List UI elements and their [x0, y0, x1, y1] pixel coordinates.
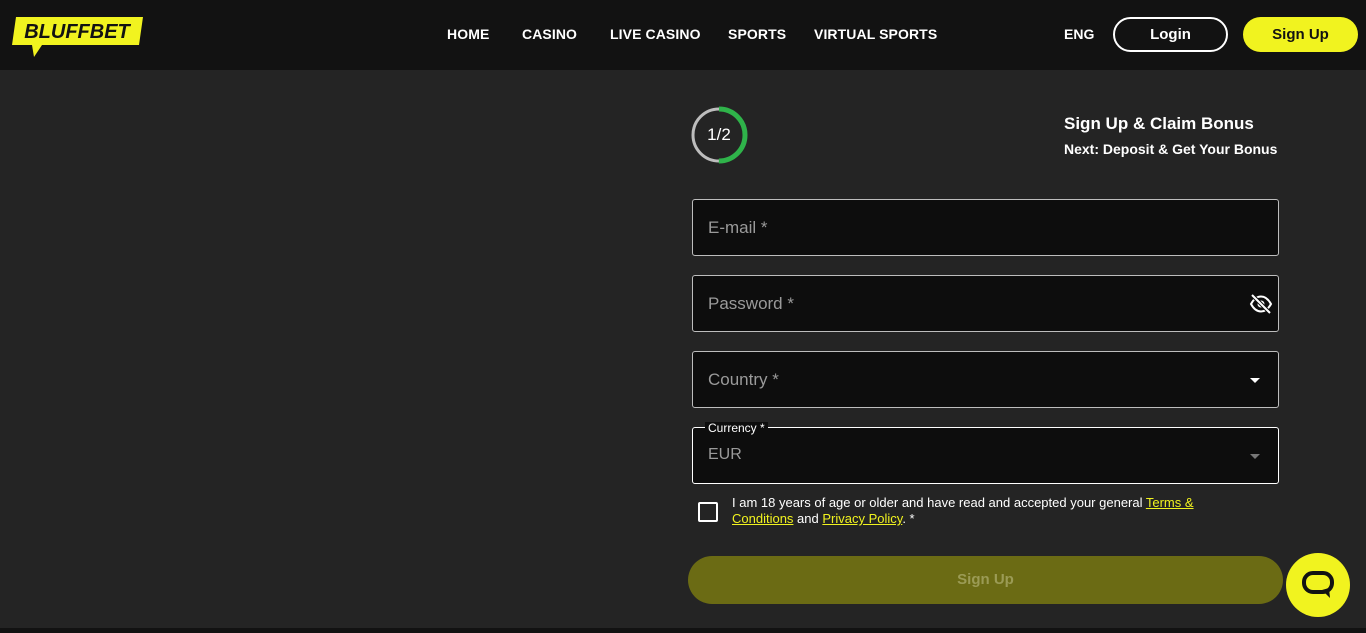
nav-virtual-sports[interactable]: VIRTUAL SPORTS: [814, 26, 937, 42]
email-field-wrapper: [692, 199, 1279, 256]
site-header: BLUFFBET HOME CASINO LIVE CASINO SPORTS …: [0, 0, 1366, 70]
chat-button[interactable]: [1286, 553, 1350, 617]
consent-text: I am 18 years of age or older and have r…: [732, 495, 1232, 527]
currency-value: EUR: [708, 446, 742, 463]
consent-prefix: I am 18 years of age or older and have r…: [732, 495, 1146, 510]
nav-sports[interactable]: SPORTS: [728, 26, 786, 42]
step-next-hint: Next: Deposit & Get Your Bonus: [1064, 141, 1278, 157]
age-consent-checkbox[interactable]: [698, 502, 718, 522]
country-select[interactable]: Country *: [692, 351, 1279, 408]
step-progress-ring: 1/2: [690, 106, 748, 164]
currency-select[interactable]: Currency * EUR: [692, 422, 1279, 484]
chevron-down-icon: [1250, 378, 1260, 383]
svg-text:BLUFFBET: BLUFFBET: [24, 21, 131, 43]
eye-off-icon[interactable]: [1249, 292, 1273, 316]
email-field[interactable]: [693, 200, 1278, 255]
nav-casino[interactable]: CASINO: [522, 26, 577, 42]
currency-label: Currency *: [705, 422, 768, 434]
nav-home[interactable]: HOME: [447, 26, 489, 42]
chat-bubble-icon: [1302, 571, 1334, 598]
step-title: Sign Up & Claim Bonus: [1064, 114, 1254, 133]
language-selector[interactable]: ENG: [1064, 26, 1094, 42]
password-field-wrapper: [692, 275, 1279, 332]
signup-submit-button[interactable]: Sign Up: [688, 556, 1283, 604]
country-placeholder: Country *: [708, 370, 779, 389]
login-button[interactable]: Login: [1113, 17, 1228, 52]
nav-live-casino[interactable]: LIVE CASINO: [610, 26, 701, 42]
password-field[interactable]: [693, 276, 1278, 331]
consent-suffix: . *: [902, 511, 915, 526]
bluffbet-logo[interactable]: BLUFFBET: [12, 17, 143, 57]
chevron-down-icon: [1250, 454, 1260, 459]
privacy-policy-link[interactable]: Privacy Policy: [822, 511, 902, 526]
progress-label: 1/2: [707, 125, 731, 144]
header-signup-button[interactable]: Sign Up: [1243, 17, 1358, 52]
bottom-bar: [0, 628, 1366, 633]
consent-and: and: [793, 511, 823, 526]
